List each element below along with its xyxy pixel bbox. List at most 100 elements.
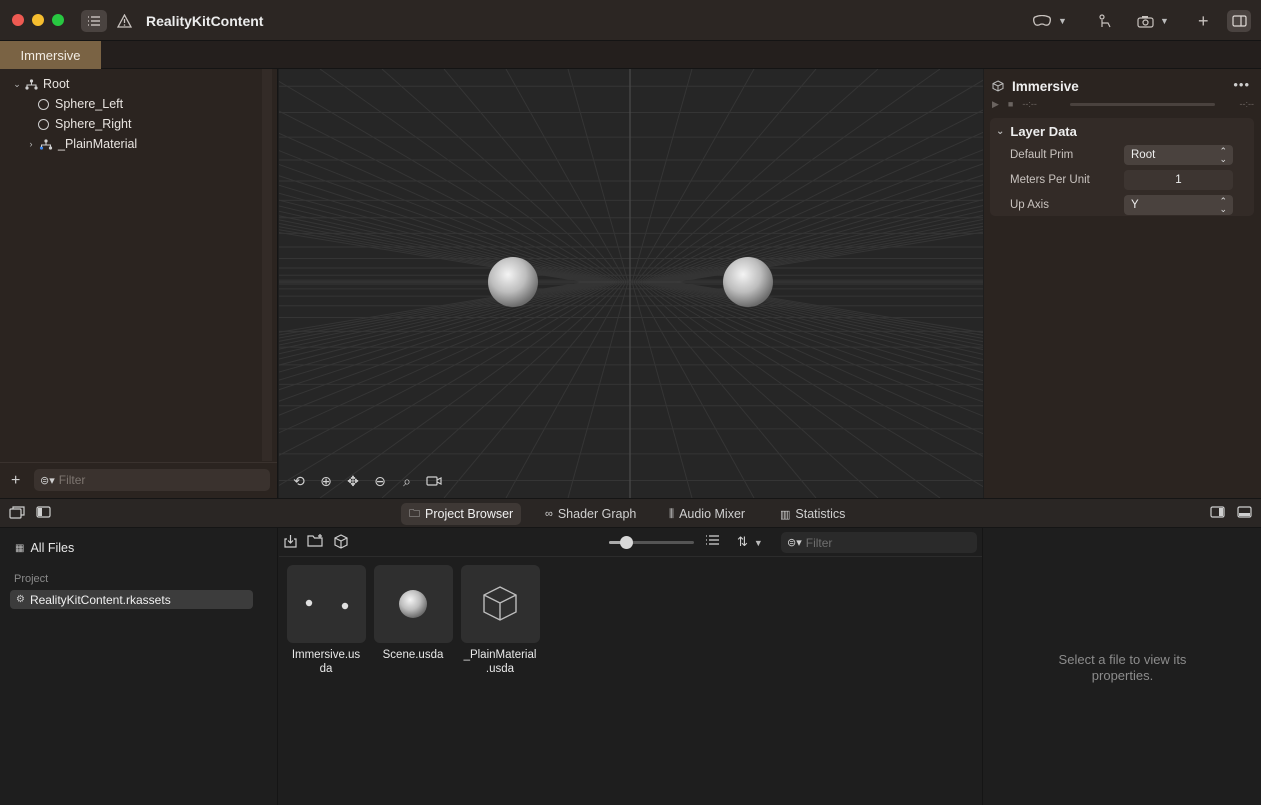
warning-icon [116,14,132,28]
scene-hierarchy-panel: ⌄ Root Sphere_Left Sphere_Right › _Plain… [0,69,278,498]
bottom-panel-toggle-icon[interactable] [1237,506,1252,521]
new-folder-icon [307,534,323,547]
filter-icon[interactable]: ⊜▾ [40,474,55,487]
orbit-icon: ⟲ [293,472,305,489]
pan-tool-button[interactable]: ⊕ [318,472,334,490]
tab-immersive[interactable]: Immersive [0,41,101,69]
hierarchy-filter-field[interactable]: ⊜▾ Filter [34,469,270,491]
move-tool-button[interactable]: ✥ [345,472,361,490]
scene-thumbnail [399,590,427,618]
hierarchy-footer: + ⊜▾ Filter [0,462,277,498]
chevron-down-icon: ▼ [1058,16,1067,26]
tree-item-sphere-right[interactable]: Sphere_Right [38,115,131,133]
thumbnail-size-slider[interactable] [609,536,694,549]
default-prim-label: Default Prim [1010,149,1074,161]
project-browser-sidebar: ▦ All Files Project ⚙ RealityKitContent.… [0,528,278,805]
timeline-scrubber[interactable] [1070,103,1215,106]
section-title: Layer Data [1010,124,1077,139]
more-options-icon[interactable]: ••• [1233,77,1250,92]
filter-icon[interactable]: ⊜▾ [787,536,802,549]
file-tile-scene[interactable] [374,565,453,643]
meters-per-unit-value: 1 [1175,174,1182,186]
circle-icon [38,98,49,110]
grid-icon: ▦ [15,542,25,554]
play-icon[interactable]: ▶ [992,99,999,110]
folder-icon: 🗀 [409,507,420,520]
empty-selection-message: Select a file to view its properties. [1058,652,1187,683]
sidebar-toggle-button[interactable] [81,10,107,32]
tab-project-browser[interactable]: 🗀 Project Browser [401,503,522,525]
zoom-window-button[interactable] [52,14,64,26]
file-label-plain-material: _PlainMaterial .usda [463,649,537,675]
add-entity-button[interactable]: + [11,472,20,490]
disclosure-collapsed-icon[interactable]: › [25,139,37,149]
playback-start-time: --:-- [1022,99,1037,109]
project-heading: Project [14,573,49,585]
camera-view-button[interactable] [426,472,442,490]
chevron-down-icon: ▼ [753,538,763,548]
default-prim-select[interactable]: Root ⌃ ⌄ [1124,145,1233,165]
tree-item-root[interactable]: ⌄ Root [11,75,69,93]
tab-audio-mixer[interactable]: ⫼ Audio Mixer [661,503,753,525]
meters-per-unit-field[interactable]: 1 [1124,170,1233,190]
pan-icon: ⊕ [320,472,332,489]
tree-item-label: _PlainMaterial [58,137,138,151]
all-files-label: All Files [30,541,75,555]
inspector-toggle-button[interactable] [1227,10,1251,32]
chevron-down-icon: ▼ [1160,16,1169,26]
tree-item-sphere-left[interactable]: Sphere_Left [38,95,123,113]
file-tile-plain-material[interactable] [461,565,540,643]
sort-menu-button[interactable]: ⇅ ▼ [737,534,763,550]
rotate-icon: ⊖ [374,472,386,489]
project-browser-toolbar: ⇅ ▼ ⊜▾ Filter [279,528,982,557]
new-scene-button[interactable] [333,534,349,552]
tab-statistics[interactable]: ▥ Statistics [772,503,853,525]
up-axis-select[interactable]: Y ⌃ ⌄ [1124,195,1233,215]
rotate-tool-button[interactable]: ⊖ [372,472,388,490]
gesture-button[interactable] [1098,10,1114,32]
headset-menu-button[interactable]: ▼ [1032,10,1067,32]
zoom-icon: ⌕ [403,472,411,489]
project-item-rkassets[interactable]: ⚙ RealityKitContent.rkassets [10,590,253,609]
orbit-tool-button[interactable]: ⟲ [291,472,307,490]
scene-viewport[interactable]: ⟲ ⊕ ✥ ⊖ ⌕ [279,69,983,498]
all-files-item[interactable]: ▦ All Files [15,541,74,555]
tab-label: Statistics [795,507,846,521]
sidebar-toggle-icon [88,16,100,26]
window-layout-icon[interactable] [9,506,25,522]
shader-graph-icon: ∞ [545,508,553,520]
minimize-window-button[interactable] [32,14,44,26]
tree-item-plain-material[interactable]: › _PlainMaterial [25,135,138,153]
filter-placeholder: Filter [58,473,86,487]
hierarchy-scrollbar[interactable] [262,69,272,461]
slider-knob[interactable] [620,536,633,549]
zoom-tool-button[interactable]: ⌕ [399,472,415,490]
file-tile-immersive[interactable] [287,565,366,643]
sphere-right[interactable] [723,257,773,307]
tab-label: Audio Mixer [679,507,746,521]
new-scene-icon [334,534,348,549]
list-view-button[interactable] [705,534,720,549]
new-folder-button[interactable] [307,534,324,550]
statistics-icon: ▥ [780,508,791,521]
camera-menu-button[interactable]: ▼ [1137,10,1169,32]
import-button[interactable] [284,534,297,551]
project-browser-content: ⇅ ▼ ⊜▾ Filter Immersive.us da Scene.usda _… [279,528,983,805]
inspector-title: Immersive [1012,78,1079,94]
right-panel-toggle-icon[interactable] [1210,506,1225,521]
left-panel-toggle-icon[interactable] [36,506,51,521]
add-button[interactable]: + [1198,10,1209,32]
close-window-button[interactable] [12,14,24,26]
tab-shader-graph[interactable]: ∞ Shader Graph [537,503,644,525]
inspector-header: Immersive ••• [992,77,1252,95]
filter-placeholder: Filter [805,535,833,550]
project-filter-field[interactable]: ⊜▾ Filter [781,532,977,553]
warning-button[interactable] [114,10,134,32]
sphere-left[interactable] [488,257,538,307]
disclosure-expanded-icon[interactable]: ⌄ [11,79,23,90]
meters-per-unit-label: Meters Per Unit [1010,174,1090,186]
inspector-panel: Immersive ••• ▶ ■ --:-- --:-- ⌄ Layer Da… [984,69,1261,498]
stop-icon[interactable]: ■ [1008,99,1013,109]
bottom-panel-toolbar: 🗀 Project Browser ∞ Shader Graph ⫼ Audio… [0,498,1261,528]
layer-data-header[interactable]: ⌄ Layer Data [996,124,1077,139]
